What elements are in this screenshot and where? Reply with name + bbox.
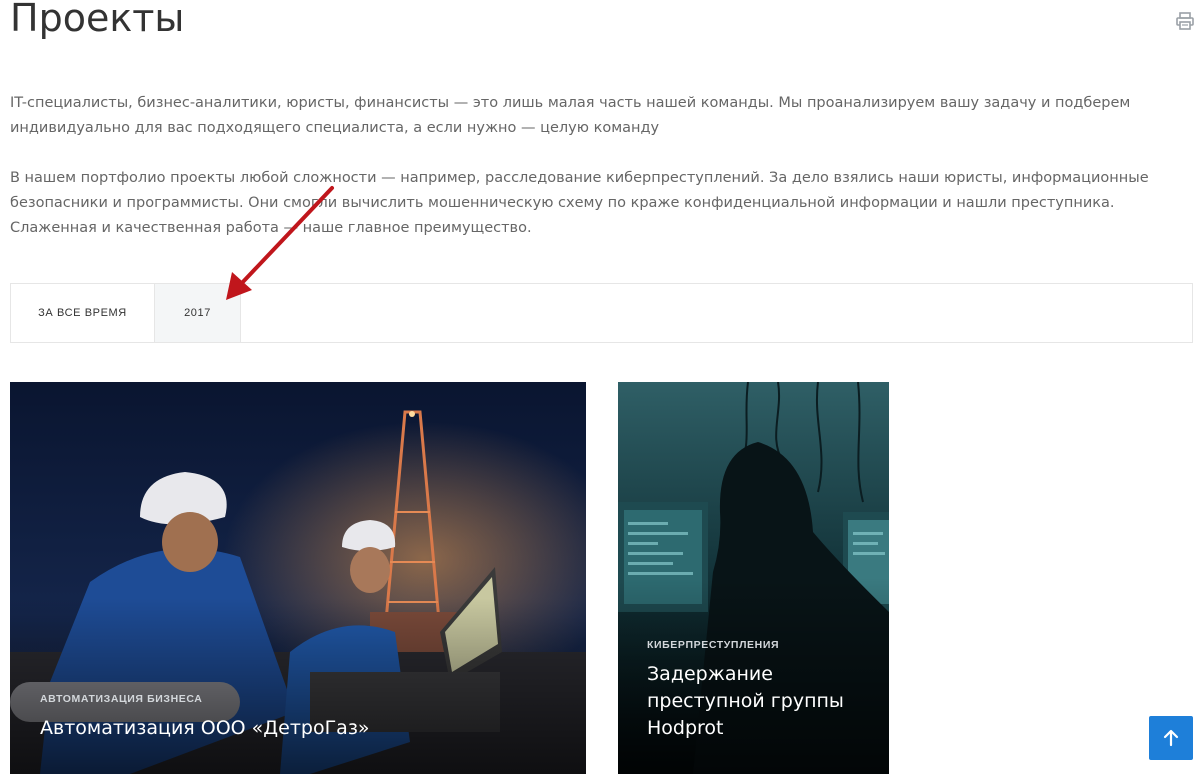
page-title: Проекты <box>10 0 185 40</box>
printer-icon[interactable] <box>1175 11 1195 31</box>
intro-paragraph-1: IT-специалисты, бизнес-аналитики, юристы… <box>10 95 1131 136</box>
project-card-hodprot[interactable]: КИБЕРПРЕСТУПЛЕНИЯ Задержание преступной … <box>618 382 889 774</box>
intro-text: IT-специалисты, бизнес-аналитики, юристы… <box>10 91 1190 266</box>
filter-tab-all-time[interactable]: ЗА ВСЕ ВРЕМЯ <box>11 284 155 342</box>
projects-page: Проекты IT-специалисты, бизнес-аналитики… <box>0 0 1204 774</box>
intro-paragraph-2: В нашем портфолио проекты любой сложност… <box>10 170 1149 236</box>
project-category: АВТОМАТИЗАЦИЯ БИЗНЕСА <box>40 693 203 705</box>
project-card-detrogaz[interactable]: АВТОМАТИЗАЦИЯ БИЗНЕСА Автоматизация ООО … <box>10 382 586 774</box>
year-filter-tabs: ЗА ВСЕ ВРЕМЯ 2017 <box>10 283 1193 343</box>
project-title[interactable]: Задержание преступной группы Hodprot <box>647 661 867 742</box>
project-category: КИБЕРПРЕСТУПЛЕНИЯ <box>647 639 780 651</box>
filter-tab-2017[interactable]: 2017 <box>155 284 241 342</box>
project-title[interactable]: Автоматизация ООО «ДетроГаз» <box>40 715 560 742</box>
arrow-up-icon <box>1163 729 1179 747</box>
scroll-to-top-button[interactable] <box>1149 716 1193 760</box>
